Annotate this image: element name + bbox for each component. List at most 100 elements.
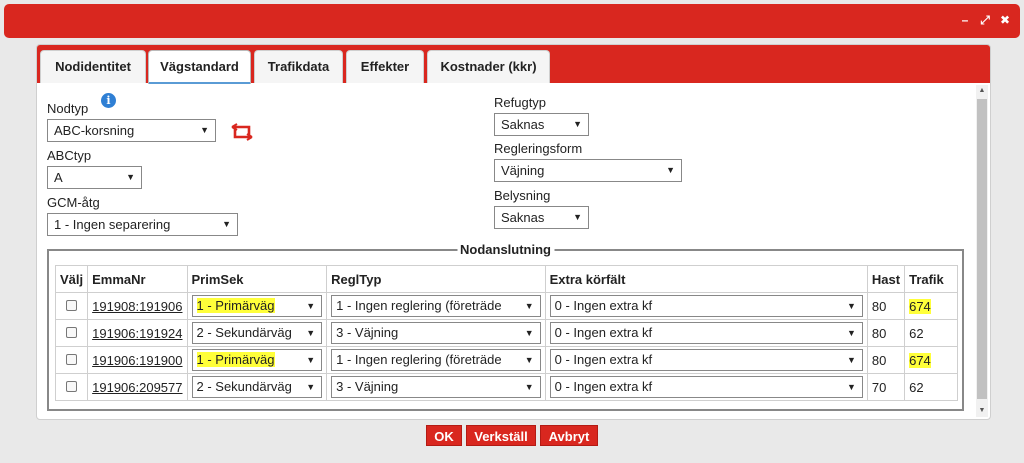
scroll-up-icon[interactable]: ▲ [976,85,988,97]
regltyp-cell: 1 - Ingen reglering (företräde ▼ [326,292,546,320]
apply-button[interactable]: Verkställ [466,425,536,446]
primsek-value: 1 - Primärväg [196,352,275,367]
cancel-button[interactable]: Avbryt [540,425,598,446]
tab-nodidentitet[interactable]: Nodidentitet [40,50,146,83]
trafik-value: 674 [909,298,931,314]
trafik-cell: 62 [904,373,958,401]
regltyp-select[interactable]: 1 - Ingen reglering (företräde ▼ [331,295,541,317]
row-checkbox[interactable] [66,353,78,365]
extra-korfalt-value: 0 - Ingen extra kf [554,298,653,313]
window-controls: – ⤢ ✖ [958,12,1012,28]
chevron-down-icon: ▼ [126,172,135,182]
trafik-value: 62 [909,325,924,341]
regleringsform-value: Väjning [501,163,545,178]
emmanr-cell: 191908:191906 [87,292,188,320]
regltyp-select[interactable]: 1 - Ingen reglering (företräde ▼ [331,349,541,371]
chevron-down-icon: ▼ [666,165,675,175]
dialog-panel: Nodidentitet Vägstandard Trafikdata Effe… [36,44,991,420]
belysning-select[interactable]: Saknas ▼ [494,206,589,229]
row-checkbox[interactable] [66,299,78,311]
row-checkbox-cell [54,346,89,374]
table-row: 191906:191924 2 - Sekundärväg ▼ 3 - Väjni… [54,319,958,347]
refugtyp-label: Refugtyp [494,95,547,110]
emmanr-link[interactable]: 191906:209577 [92,380,182,395]
emmanr-link[interactable]: 191906:191924 [92,326,182,341]
regleringsform-label: Regleringsform [494,141,583,156]
nodtyp-select[interactable]: ABC-korsning ▼ [47,119,216,142]
trafik-cell: 62 [904,319,958,347]
emmanr-cell: 191906:191900 [87,346,188,374]
extra-korfalt-select[interactable]: 0 - Ingen extra kf ▼ [549,376,863,398]
table-header-row: Välj EmmaNr PrimSek ReglTyp Extra körfäl… [54,265,958,293]
tab-kostnader[interactable]: Kostnader (kkr) [427,50,550,83]
regleringsform-select[interactable]: Väjning ▼ [494,159,682,182]
extra-korfalt-select[interactable]: 0 - Ingen extra kf ▼ [549,295,863,317]
chevron-down-icon: ▼ [846,355,856,365]
swap-direction-icon[interactable] [231,123,253,141]
regltyp-value: 1 - Ingen reglering (företräde [336,298,502,313]
minimize-icon[interactable]: – [958,12,972,28]
refugtyp-select[interactable]: Saknas ▼ [494,113,589,136]
table-row: 191908:191906 1 - Primärväg ▼ 1 - Ingen r… [54,292,958,320]
row-checkbox[interactable] [66,380,78,392]
gcm-select[interactable]: 1 - Ingen separering ▼ [47,213,238,236]
primsek-select[interactable]: 1 - Primärväg ▼ [191,295,323,317]
trafik-value: 62 [909,379,924,395]
regltyp-select[interactable]: 3 - Väjning ▼ [331,376,541,398]
table-row: 191906:191900 1 - Primärväg ▼ 1 - Ingen r… [54,346,958,374]
chevron-down-icon: ▼ [306,328,316,338]
row-checkbox[interactable] [66,326,78,338]
trafik-value: 674 [909,352,931,368]
abctyp-select[interactable]: A ▼ [47,166,142,189]
chevron-down-icon: ▼ [573,119,582,129]
primsek-cell: 1 - Primärväg ▼ [186,292,328,320]
scroll-down-icon[interactable]: ▼ [976,405,988,417]
tab-effekter[interactable]: Effekter [346,50,424,83]
info-icon[interactable]: i [101,93,116,108]
tab-trafikdata[interactable]: Trafikdata [254,50,343,83]
nodanslutning-fieldset: Nodanslutning Välj EmmaNr PrimSek ReglTy… [47,242,964,411]
abctyp-value: A [54,170,63,185]
scrollbar-thumb[interactable] [977,99,987,399]
regltyp-select[interactable]: 3 - Väjning ▼ [331,322,541,344]
tab-vagstandard[interactable]: Vägstandard [148,50,251,84]
extra-korfalt-select[interactable]: 0 - Ingen extra kf ▼ [549,322,863,344]
chevron-down-icon: ▼ [524,301,534,311]
primsek-select[interactable]: 2 - Sekundärväg ▼ [191,376,323,398]
belysning-value: Saknas [501,210,545,225]
extra-korfalt-select[interactable]: 0 - Ingen extra kf ▼ [549,349,863,371]
nodtyp-label: Nodtyp [47,101,89,116]
regltyp-cell: 3 - Väjning ▼ [326,373,546,401]
chevron-down-icon: ▼ [846,382,856,392]
emmanr-link[interactable]: 191908:191906 [92,299,182,314]
chevron-down-icon: ▼ [306,301,316,311]
gcm-value: 1 - Ingen separering [54,217,171,232]
extra-korfalt-value: 0 - Ingen extra kf [554,325,653,340]
primsek-cell: 2 - Sekundärväg ▼ [186,319,328,347]
extra-korfalt-cell: 0 - Ingen extra kf ▼ [544,319,868,347]
primsek-cell: 1 - Primärväg ▼ [186,346,328,374]
extra-korfalt-value: 0 - Ingen extra kf [554,379,653,394]
emmanr-link[interactable]: 191906:191900 [92,353,182,368]
nodanslutning-legend: Nodanslutning [457,242,554,257]
chevron-down-icon: ▼ [200,125,209,135]
belysning-label: Belysning [494,188,551,203]
vertical-scrollbar[interactable]: ▲ ▼ [976,85,988,417]
chevron-down-icon: ▼ [306,382,316,392]
hast-cell: 80 [866,346,906,374]
nodtyp-value: ABC-korsning [54,123,135,138]
emmanr-cell: 191906:191924 [87,319,188,347]
ok-button[interactable]: OK [426,425,462,446]
primsek-value: 2 - Sekundärväg [196,325,292,340]
trafik-cell: 674 [904,346,958,374]
restore-icon[interactable]: ⤢ [978,12,992,28]
chevron-down-icon: ▼ [524,328,534,338]
primsek-value: 1 - Primärväg [196,298,275,313]
primsek-select[interactable]: 1 - Primärväg ▼ [191,349,323,371]
close-icon[interactable]: ✖ [998,12,1012,28]
chevron-down-icon: ▼ [846,301,856,311]
primsek-select[interactable]: 2 - Sekundärväg ▼ [191,322,323,344]
col-header-hast: Hast [866,265,906,293]
tab-bar: Nodidentitet Vägstandard Trafikdata Effe… [37,45,990,84]
col-header-valj: Välj [54,265,89,293]
